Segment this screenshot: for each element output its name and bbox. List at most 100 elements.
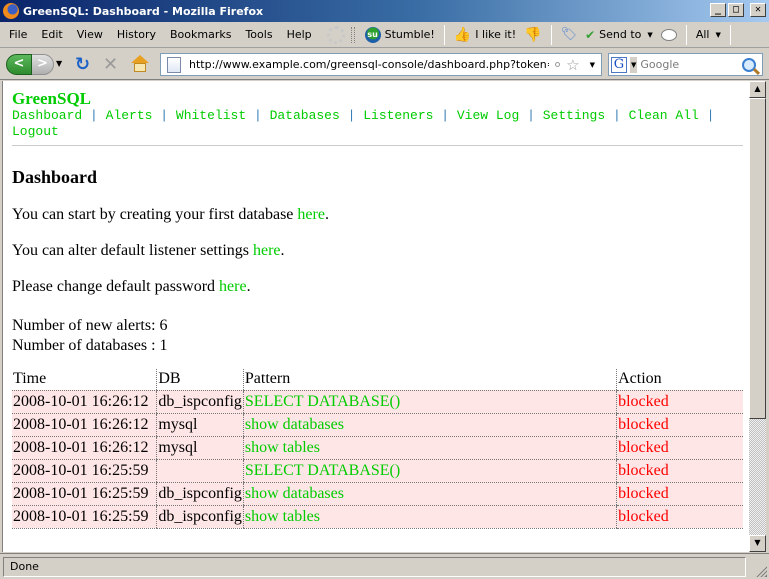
i-like-it-button[interactable]: 👍 I like it! (450, 25, 520, 45)
resize-grip-icon[interactable] (755, 565, 767, 577)
menu-separator: | (90, 108, 98, 123)
url-input[interactable]: http://www.example.com/greensql-console/… (189, 58, 549, 71)
menu-link-listeners[interactable]: Listeners (363, 108, 433, 123)
navigation-toolbar: < > ▼ ↻ ✕ http://www.example.com/greensq… (0, 49, 769, 80)
cell-action: blocked (616, 390, 743, 414)
scrollbar-thumb[interactable] (749, 98, 766, 419)
menu-file[interactable]: File (0, 25, 34, 45)
toolbar-separator (685, 24, 687, 45)
menu-link-whitelist[interactable]: Whitelist (176, 108, 246, 123)
menu-help[interactable]: Help (280, 25, 319, 45)
site-identity-icon (555, 62, 561, 67)
cell-time: 2008-10-01 16:26:12 (12, 390, 157, 414)
speech-bubble-icon (660, 28, 677, 41)
cell-time: 2008-10-01 16:26:12 (12, 436, 157, 460)
all-dropdown[interactable]: All ▼ (692, 25, 725, 45)
url-dropdown-icon[interactable]: ▼ (590, 61, 595, 69)
search-input[interactable]: Google (640, 58, 742, 71)
maximize-button[interactable]: □ (728, 3, 744, 17)
stumble-button[interactable]: su Stumble! (361, 25, 439, 45)
forward-button[interactable]: > (32, 54, 54, 75)
send-to-button[interactable]: ✔ Send to ▼ (581, 25, 657, 45)
pattern-link[interactable]: show databases (245, 485, 344, 502)
google-engine-icon[interactable]: G (611, 56, 627, 73)
cell-db: db_ispconfig (156, 390, 244, 414)
paragraph-text: You can alter default listener settings (12, 242, 253, 259)
menu-link-clean-all[interactable]: Clean All (629, 108, 699, 123)
paragraph-end: . (324, 206, 329, 223)
menu-history[interactable]: History (110, 25, 163, 45)
search-bar[interactable]: G ▼ Google (608, 53, 763, 76)
chevron-down-icon: ▼ (647, 30, 653, 39)
change-password-link[interactable]: here (219, 278, 247, 295)
bookmark-star-icon[interactable]: ☆ (566, 56, 579, 74)
scroll-down-button[interactable]: ▼ (749, 535, 766, 552)
menu-link-dashboard[interactable]: Dashboard (12, 108, 82, 123)
cell-action: blocked (616, 459, 743, 483)
cell-time: 2008-10-01 16:25:59 (12, 482, 157, 506)
paragraph-end: . (280, 242, 285, 259)
table-row: 2008-10-01 16:26:12 mysql show tables bl… (12, 436, 743, 460)
menu-link-view-log[interactable]: View Log (457, 108, 519, 123)
cell-pattern: SELECT DATABASE() (242, 459, 617, 483)
i-like-it-label: I like it! (475, 28, 517, 41)
reload-icon[interactable]: ↻ (75, 54, 90, 75)
scroll-up-button[interactable]: ▲ (749, 81, 766, 98)
menu-view[interactable]: View (70, 25, 110, 45)
url-bar[interactable]: http://www.example.com/greensql-console/… (160, 53, 602, 76)
pattern-link[interactable]: show databases (245, 416, 344, 433)
cell-pattern: show tables (242, 436, 617, 460)
stumble-label: Stumble! (384, 28, 435, 41)
history-dropdown-icon[interactable]: ▼ (56, 59, 62, 68)
databases-count: Number of databases : 1 (12, 337, 168, 354)
home-icon[interactable] (131, 55, 149, 73)
cell-pattern: show databases (242, 482, 617, 506)
menu-link-databases[interactable]: Databases (270, 108, 340, 123)
comment-button[interactable] (657, 25, 681, 45)
cell-db: mysql (156, 413, 244, 437)
minimize-button[interactable]: _ (710, 3, 726, 17)
cell-db: db_ispconfig (156, 482, 244, 506)
vertical-scrollbar[interactable]: ▲ ▼ (749, 81, 766, 552)
menu-separator: | (347, 108, 356, 123)
tag-button[interactable]: 🏷 (557, 25, 582, 45)
toolbar-grip[interactable] (350, 26, 355, 43)
cell-action: blocked (616, 482, 743, 506)
close-button[interactable]: ✕ (750, 3, 766, 17)
pattern-link[interactable]: show tables (245, 508, 320, 525)
create-database-paragraph: You can start by creating your first dat… (12, 205, 742, 224)
header-divider (12, 145, 743, 146)
cell-action: blocked (616, 505, 743, 529)
menu-tools[interactable]: Tools (238, 25, 279, 45)
pattern-link[interactable]: show tables (245, 439, 320, 456)
paragraph-text: Please change default password (12, 278, 220, 295)
cell-time: 2008-10-01 16:25:59 (12, 459, 157, 483)
listener-settings-link[interactable]: here (253, 242, 281, 259)
menu-link-settings[interactable]: Settings (543, 108, 605, 123)
throbber-icon (326, 25, 345, 44)
column-header-db: DB (156, 369, 244, 391)
stop-icon[interactable]: ✕ (103, 54, 118, 75)
pattern-link[interactable]: SELECT DATABASE() (245, 393, 400, 410)
cell-pattern: show tables (242, 505, 617, 529)
status-text: Done (3, 557, 746, 577)
main-menu: Dashboard | Alerts | Whitelist | Databas… (12, 108, 742, 140)
menu-edit[interactable]: Edit (34, 25, 69, 45)
window-titlebar: GreenSQL: Dashboard - Mozilla Firefox _ … (0, 0, 769, 22)
pattern-link[interactable]: SELECT DATABASE() (245, 462, 400, 479)
back-button[interactable]: < (6, 54, 32, 75)
status-bar: Done (0, 553, 769, 579)
window-controls: _ □ ✕ (710, 3, 766, 17)
create-database-link[interactable]: here (297, 206, 325, 223)
page-heading: Dashboard (12, 167, 98, 187)
all-label: All (695, 28, 710, 41)
menu-bookmarks[interactable]: Bookmarks (163, 25, 238, 45)
new-alerts-count: Number of new alerts: 6 (12, 317, 168, 334)
search-icon[interactable] (742, 57, 756, 72)
engine-dropdown-icon[interactable]: ▼ (630, 56, 638, 73)
thumbs-down-button[interactable]: 👎 (520, 25, 545, 45)
table-row: 2008-10-01 16:26:12 db_ispconfig SELECT … (12, 390, 743, 414)
menu-link-logout[interactable]: Logout (12, 124, 59, 139)
menu-link-alerts[interactable]: Alerts (106, 108, 153, 123)
send-to-label: Send to (599, 28, 642, 41)
